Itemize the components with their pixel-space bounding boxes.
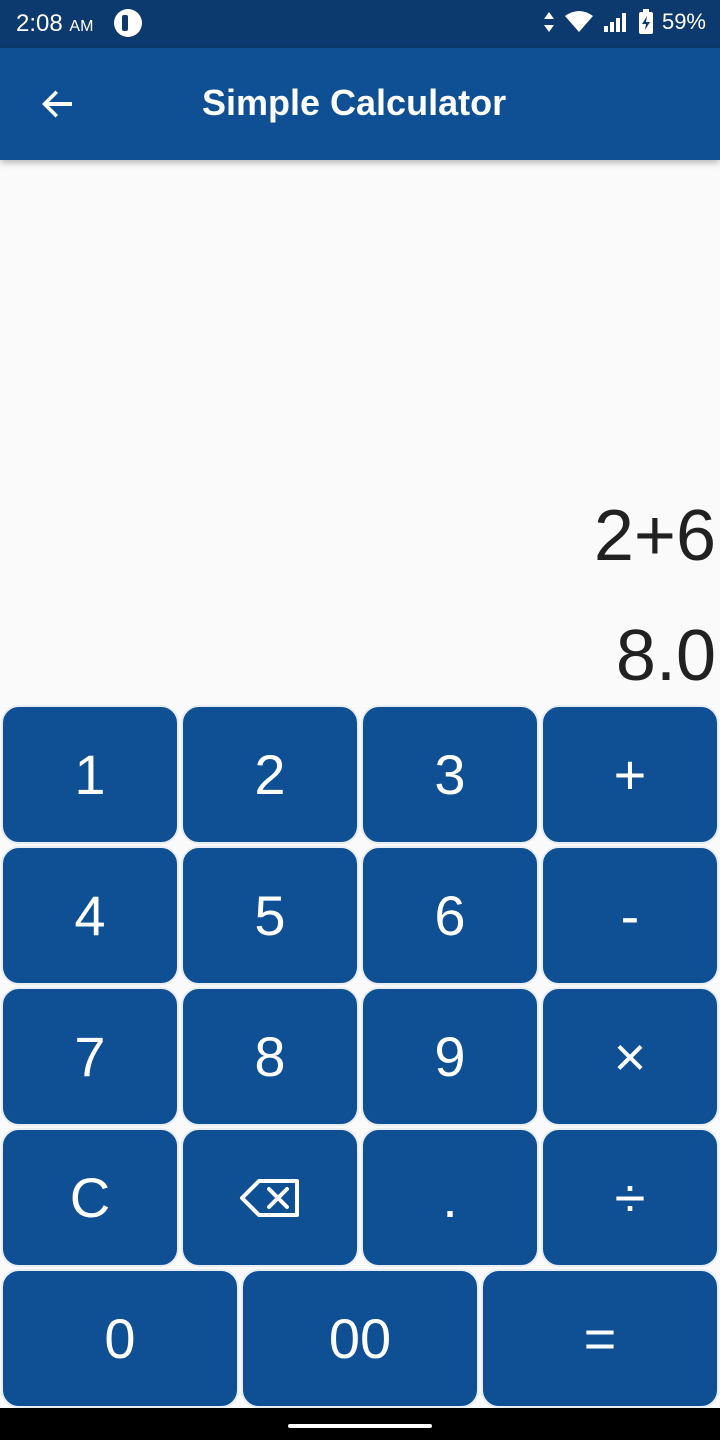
key-plus[interactable]: + xyxy=(541,705,719,844)
key-minus[interactable]: - xyxy=(541,846,719,985)
calculator-display: 2+6 8.0 xyxy=(0,160,720,706)
home-gesture-handle[interactable] xyxy=(288,1424,432,1428)
wifi-icon xyxy=(564,11,593,32)
key-1[interactable]: 1 xyxy=(1,705,179,844)
key-4[interactable]: 4 xyxy=(1,846,179,985)
status-bar: 2:08 AM 59% xyxy=(0,0,720,48)
key-6[interactable]: 6 xyxy=(361,846,539,985)
app-bar: Simple Calculator xyxy=(0,48,720,160)
key-00[interactable]: 00 xyxy=(241,1269,479,1408)
result-text: 8.0 xyxy=(615,616,716,696)
key-5[interactable]: 5 xyxy=(181,846,359,985)
back-button[interactable] xyxy=(30,76,86,132)
key-equals[interactable]: = xyxy=(481,1269,719,1408)
signal-icon xyxy=(603,13,626,32)
key-clear[interactable]: C xyxy=(1,1128,179,1267)
key-9[interactable]: 9 xyxy=(361,987,539,1126)
key-8[interactable]: 8 xyxy=(181,987,359,1126)
key-decimal[interactable]: . xyxy=(361,1128,539,1267)
arrow-back-icon xyxy=(42,90,72,118)
key-3[interactable]: 3 xyxy=(361,705,539,844)
battery-charging-icon xyxy=(638,9,653,34)
status-time: 2:08 AM xyxy=(16,10,94,37)
key-divide[interactable]: ÷ xyxy=(541,1128,719,1267)
key-7[interactable]: 7 xyxy=(1,987,179,1126)
key-2[interactable]: 2 xyxy=(181,705,359,844)
status-icons: 59% xyxy=(542,9,706,35)
expression-text: 2+6 xyxy=(593,496,716,576)
notification-app-icon xyxy=(114,9,142,37)
data-arrows-icon xyxy=(543,12,554,32)
page-title: Simple Calculator xyxy=(202,82,507,123)
key-multiply[interactable]: × xyxy=(541,987,719,1126)
key-0[interactable]: 0 xyxy=(1,1269,239,1408)
navigation-bar xyxy=(0,1408,720,1440)
battery-percentage: 59% xyxy=(661,9,706,34)
key-backspace[interactable] xyxy=(181,1128,359,1267)
backspace-icon xyxy=(240,1178,299,1217)
